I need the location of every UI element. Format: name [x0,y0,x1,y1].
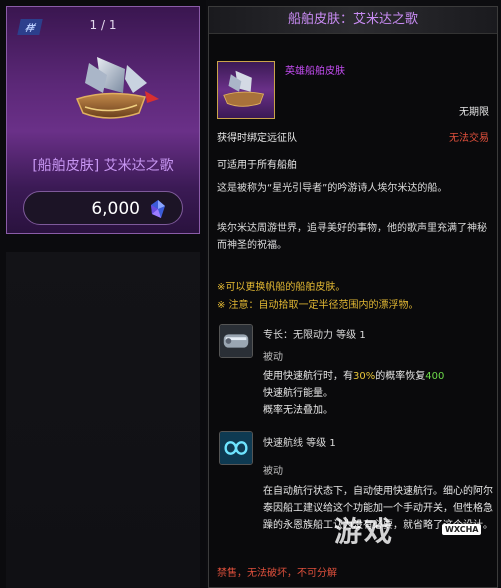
item-grade: 英雄船舶皮肤 [285,66,345,77]
site-watermark: 游戏 WXCHA [326,506,501,580]
watermark-text: 游戏 [334,515,395,548]
shop-item-card[interactable]: 样 1 / 1 [船舶皮肤] 艾米达之歌 6,000 [6,6,200,234]
description-2: 埃尔米达周游世界，追寻美好的事物，他的歌声里充满了神秘而神圣的祝福。 [217,223,487,251]
skill-1-desc-text: 的概率恢复 [375,371,426,382]
trade-rule: 无法交易 [449,133,489,144]
note-1: ※可以更换帆船的船舶皮肤。 [217,282,346,293]
tooltip-title: 船舶皮肤：艾米达之歌 [209,7,497,34]
skill-1-desc-text: 使用快速航行时，有 [263,371,353,382]
engine-gear-skill-icon [219,324,253,358]
bind-rule: 获得时绑定远征队 [217,133,297,144]
item-tooltip: 船舶皮肤：艾米达之歌 英雄船舶皮肤 无期限 获得时绑定远征队 无法交易 可适用于… [208,6,498,588]
note-2: ※ 注意：自动拾取一定半径范围内的漂浮物。 [217,300,419,311]
shop-list-panel: 样 1 / 1 [船舶皮肤] 艾米达之歌 6,000 [0,0,206,588]
restriction-footer: 禁售，无法破坏，不可分解 [217,568,337,579]
ship-skin-icon [223,70,265,107]
skill-2-name: 快速航线 等级 1 [263,438,336,449]
usable-text: 可适用于所有船舶 [217,160,297,171]
price-value: 6,000 [91,199,140,219]
skill-1-description: 使用快速航行时，有30%的概率恢复400 快速航行能量。 概率无法叠加。 [263,368,495,419]
infinity-wave-skill-icon [219,431,253,465]
duration-label: 无期限 [459,107,489,118]
tooltip-item-thumbnail [217,61,275,119]
skill-1-name: 专长：无限动力 等级 1 [263,330,366,341]
watermark-tag: WXCHA [442,524,482,535]
skill-1-type: 被动 [263,352,283,363]
page-counter: 1 / 1 [89,18,117,32]
empty-list-area [6,252,200,588]
skill-1-desc-text: 概率无法叠加。 [263,405,333,416]
ship-skin-icon [75,57,159,119]
blue-crystal-gem-icon [151,200,165,218]
skill-1-desc-text: 快速航行能量。 [263,388,333,399]
skill-2-type: 被动 [263,466,283,477]
skill-1-chance: 30% [353,371,376,382]
price-button[interactable]: 6,000 [23,191,183,225]
item-name: [船舶皮肤] 艾米达之歌 [32,158,174,174]
skill-1-amount: 400 [425,371,445,382]
description-1: 这是被称为“星光引导者”的吟游诗人埃尔米达的船。 [217,183,448,194]
